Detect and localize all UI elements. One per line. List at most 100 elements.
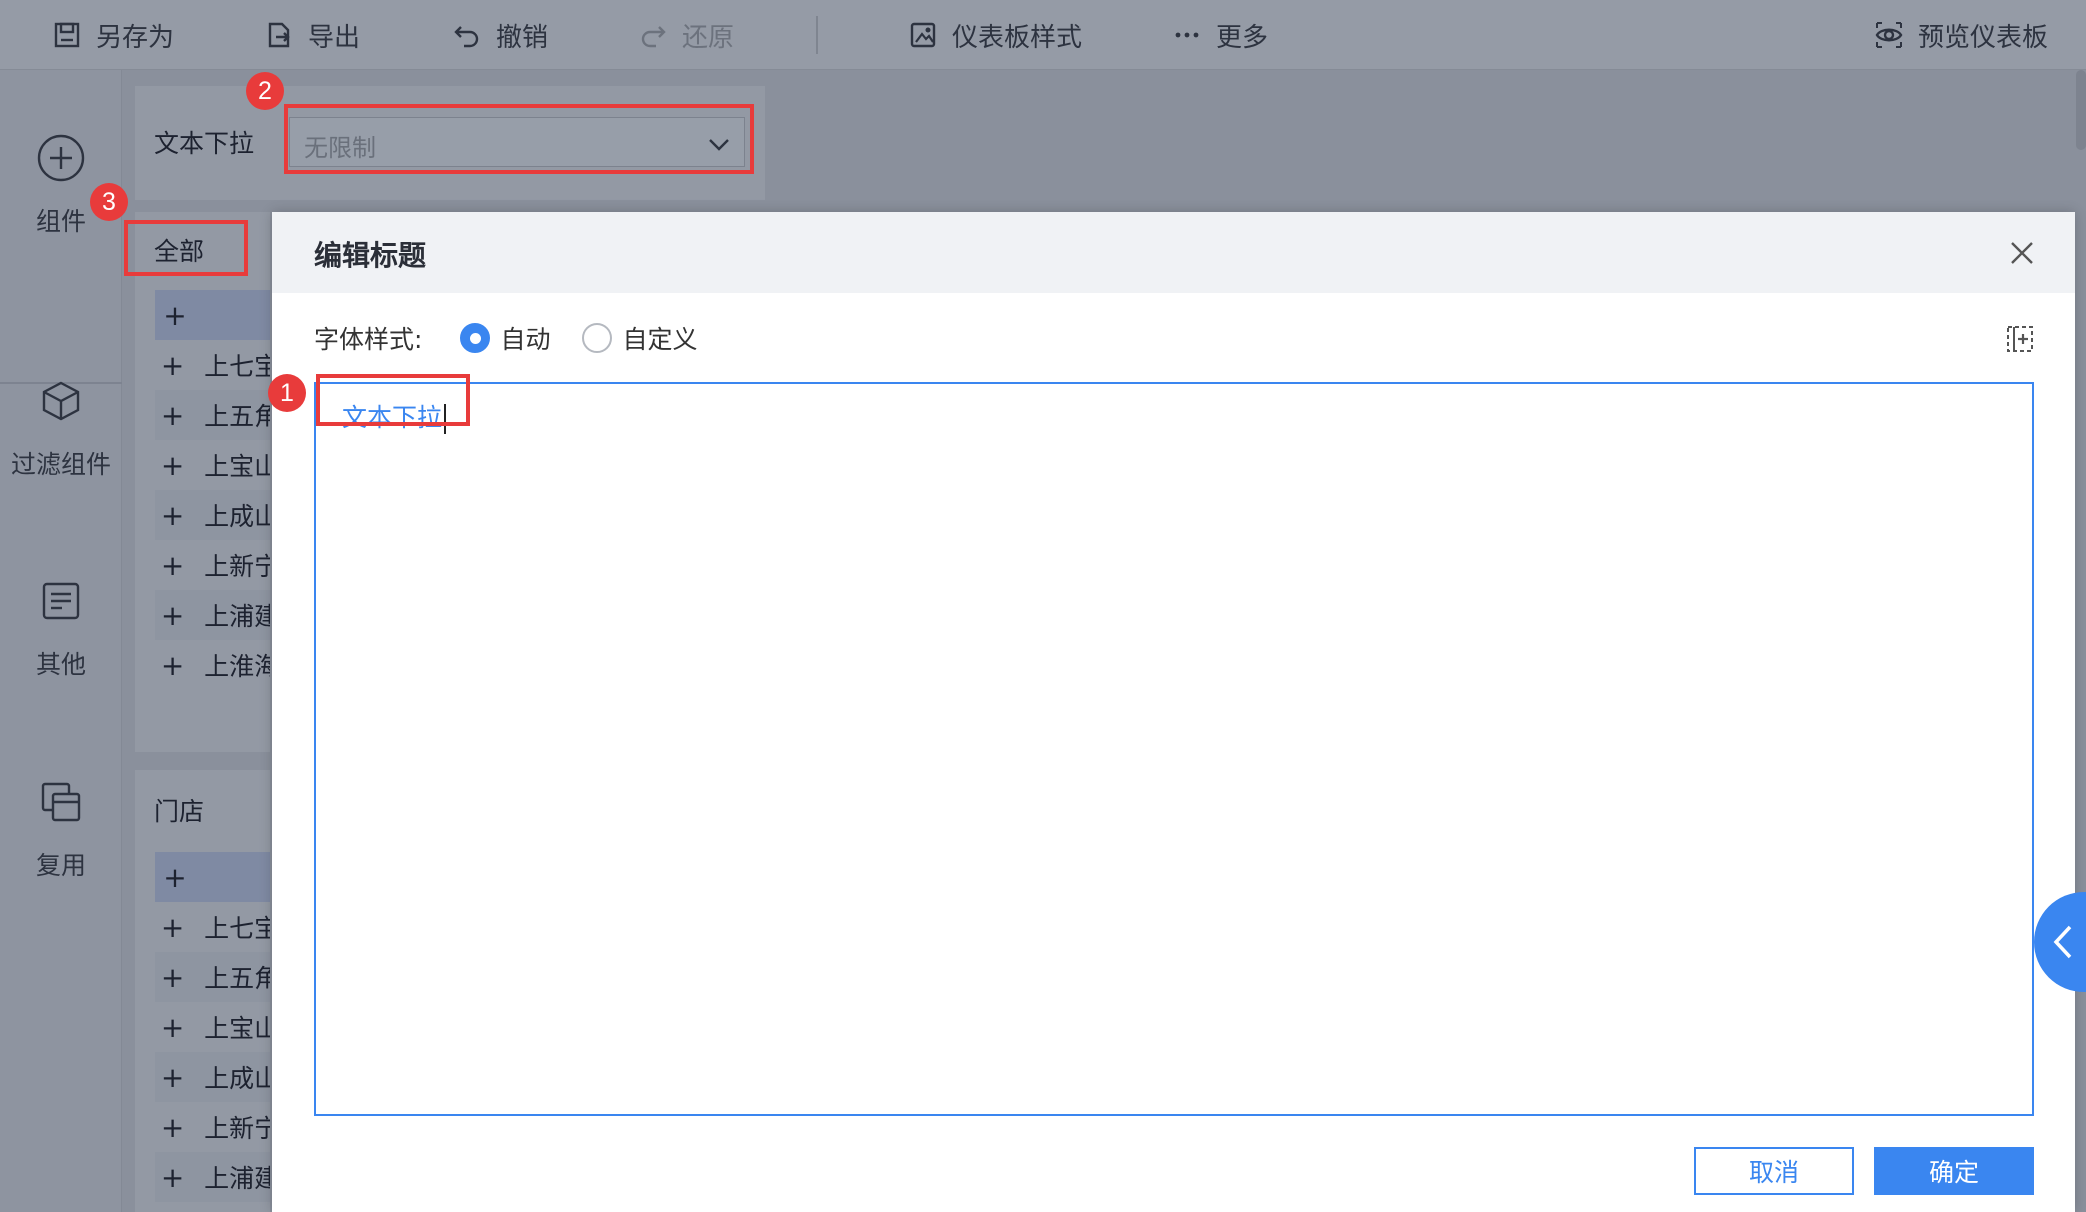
- filter-title: 文本下拉: [154, 129, 255, 158]
- rail-label-other: 其他: [35, 650, 86, 679]
- more-button[interactable]: 更多: [1170, 0, 1268, 70]
- cube-icon: [35, 375, 87, 427]
- expand-plus-icon[interactable]: +: [155, 449, 190, 482]
- redo-button[interactable]: 还原: [636, 0, 734, 70]
- radio-custom-label[interactable]: 自定义: [622, 320, 697, 356]
- expand-plus-icon[interactable]: +: [155, 499, 190, 532]
- insert-field-icon[interactable]: [2005, 324, 2035, 354]
- confirm-button[interactable]: 确定: [1874, 1147, 2034, 1195]
- expand-plus-icon[interactable]: +: [155, 349, 190, 382]
- rail-item-reuse[interactable]: 复用: [0, 776, 122, 882]
- tree-row[interactable]: + 上宝山: [155, 1002, 270, 1052]
- document-icon: [35, 575, 87, 627]
- tree-row-label: 上成山: [204, 1064, 270, 1093]
- undo-button[interactable]: 撤销: [450, 0, 548, 70]
- tree-row-label: 上七宝: [204, 352, 270, 381]
- rail-item-filter-components[interactable]: 过滤组件: [0, 375, 122, 481]
- left-rail: 组件 过滤组件 其他 复用: [0, 70, 122, 1212]
- export-label: 导出: [308, 22, 361, 53]
- annotation-badge-3: 3: [90, 183, 128, 221]
- radio-custom[interactable]: [582, 323, 613, 353]
- expand-plus-icon[interactable]: +: [155, 649, 190, 682]
- add-circle-icon: [35, 132, 87, 184]
- radio-auto[interactable]: [460, 323, 491, 353]
- tree-root-row[interactable]: +: [155, 290, 270, 340]
- annotation-badge-1: 1: [268, 374, 306, 412]
- preview-label: 预览仪表板: [1918, 22, 2049, 53]
- annotation-badge-2: 2: [246, 72, 284, 110]
- tree-row-label: 上淮海: [204, 652, 270, 681]
- tree-row-label: 上五角: [204, 964, 270, 993]
- tree-row-label: 上宝山: [204, 1014, 270, 1043]
- tree-row-label: 上宝山: [204, 452, 270, 481]
- store-filter-title: 门店: [154, 797, 205, 826]
- expand-plus-icon[interactable]: +: [155, 1011, 190, 1044]
- chevron-left-icon: [2053, 925, 2072, 959]
- tree-row[interactable]: + 上宝山: [155, 440, 270, 490]
- tree-row-label: 上成山: [204, 502, 270, 531]
- preview-eye-icon: [1872, 18, 1906, 52]
- tree-row-label: 上浦建: [204, 602, 270, 631]
- export-button[interactable]: 导出: [262, 0, 360, 70]
- tree-row[interactable]: + 上浦建: [155, 1152, 270, 1202]
- expand-plus-icon[interactable]: +: [155, 1111, 190, 1144]
- expand-plus-icon[interactable]: +: [155, 1161, 190, 1194]
- tree-row[interactable]: + 上新宁: [155, 1102, 270, 1152]
- save-as-label: 另存为: [96, 22, 175, 53]
- tree-row[interactable]: + 上七宝: [155, 902, 270, 952]
- top-toolbar: 另存为 导出 撤销 还原 仪表板样式 更多 预览仪表板: [0, 0, 2086, 70]
- close-icon[interactable]: [2009, 240, 2035, 266]
- expand-plus-icon[interactable]: +: [155, 599, 190, 632]
- expand-plus-icon[interactable]: +: [155, 1061, 190, 1094]
- undo-label: 撤销: [496, 22, 549, 53]
- title-editor[interactable]: 文本下拉: [314, 382, 2034, 1116]
- expand-plus-icon[interactable]: +: [155, 399, 190, 432]
- expand-plus-icon[interactable]: +: [155, 549, 190, 582]
- expand-plus-icon[interactable]: +: [155, 961, 190, 994]
- redo-icon: [636, 18, 670, 52]
- more-label: 更多: [1216, 22, 1269, 53]
- dashboard-style-label: 仪表板样式: [952, 22, 1083, 53]
- annotation-box-2: [284, 104, 754, 174]
- redo-label: 还原: [682, 22, 735, 53]
- font-style-row: 字体样式: 自动 自定义: [314, 316, 705, 360]
- tree-row[interactable]: + 上七宝: [155, 340, 270, 390]
- tree-row[interactable]: + 上浦建: [155, 590, 270, 640]
- dialog-title: 编辑标题: [314, 239, 427, 272]
- expand-plus-icon[interactable]: +: [155, 861, 195, 894]
- tree-row-label: 上浦建: [204, 1164, 270, 1193]
- rail-item-other[interactable]: 其他: [0, 575, 122, 681]
- tree-row[interactable]: + 上成山: [155, 490, 270, 540]
- tree-row[interactable]: + 上成山: [155, 1052, 270, 1102]
- dashboard-style-button[interactable]: 仪表板样式: [906, 0, 1082, 70]
- ellipsis-icon: [1170, 18, 1204, 52]
- rail-label-components: 组件: [35, 207, 86, 236]
- expand-plus-icon[interactable]: +: [155, 911, 190, 944]
- palette-icon: [906, 18, 940, 52]
- expand-plus-icon[interactable]: +: [155, 299, 195, 332]
- copy-icon: [35, 776, 87, 828]
- cancel-button[interactable]: 取消: [1694, 1147, 1854, 1195]
- tree-row-label: 上五角: [204, 402, 270, 431]
- tree-row[interactable]: + 上淮海: [155, 640, 270, 690]
- annotation-box-1: [316, 374, 470, 426]
- dialog-header: 编辑标题: [272, 212, 2075, 293]
- tree-root-row[interactable]: +: [155, 852, 270, 902]
- edit-title-dialog: 编辑标题 字体样式: 自动 自定义 文本下拉 取消 确定: [272, 212, 2075, 1212]
- tree-row[interactable]: + 上新宁: [155, 540, 270, 590]
- tree-row-label: 上新宁: [204, 552, 270, 581]
- preview-dashboard-button[interactable]: 预览仪表板: [1872, 0, 2048, 70]
- radio-auto-label[interactable]: 自动: [500, 320, 550, 356]
- tree-row-label: 上新宁: [204, 1114, 270, 1143]
- annotation-box-3: [124, 220, 248, 276]
- undo-icon: [450, 18, 484, 52]
- tree-row[interactable]: + 上五角: [155, 390, 270, 440]
- toolbar-divider: [816, 16, 818, 54]
- font-style-label: 字体样式:: [314, 325, 423, 354]
- save-as-button[interactable]: 另存为: [50, 0, 174, 70]
- rail-label-reuse: 复用: [35, 851, 86, 880]
- tree-row[interactable]: + 上五角: [155, 952, 270, 1002]
- save-icon: [50, 18, 84, 52]
- canvas-scrollbar[interactable]: [2076, 70, 2086, 150]
- export-icon: [262, 18, 296, 52]
